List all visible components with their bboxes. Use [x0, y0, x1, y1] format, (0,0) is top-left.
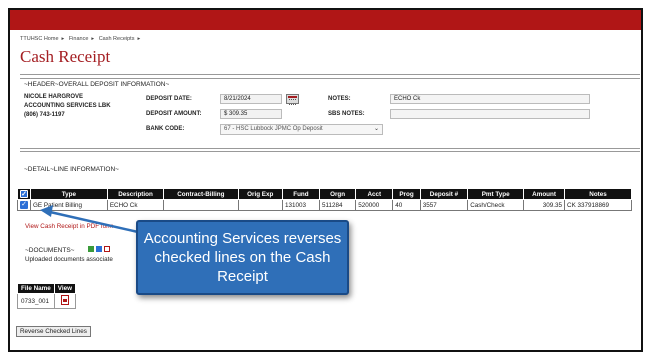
column-header: View [53, 283, 77, 294]
checkmark-icon: ✓ [20, 190, 28, 198]
cell-pmt-type: Cash/Check [467, 199, 525, 211]
cell-deposit-number: 3557 [419, 199, 469, 211]
table-header-row: File Name View [17, 283, 77, 294]
uploaded-documents-text: Uploaded documents associate [25, 256, 113, 263]
add-document-icon[interactable] [88, 246, 94, 253]
detail-lines-table: ✓ Type Description Contract-Billing Orig… [17, 188, 632, 211]
deposit-date-label: DEPOSIT DATE: [146, 96, 192, 102]
contact-department: ACCOUNTING SERVICES LBK [24, 103, 111, 109]
instruction-callout: Accounting Services reverses checked lin… [136, 220, 349, 295]
column-header: File Name [17, 283, 55, 294]
bank-code-value: 67 - HSC Lubbock JPMC Op Deposit [224, 126, 323, 132]
reverse-checked-lines-button[interactable]: Reverse Checked Lines [16, 326, 91, 337]
row-checkbox[interactable]: ✓ [17, 199, 31, 211]
scan-document-icon[interactable] [96, 246, 102, 253]
breadcrumb-separator-icon: ▸ [91, 36, 95, 42]
sbs-notes-label: SBS NOTES: [328, 111, 365, 117]
breadcrumb: TTUHSC Home ▸ Finance ▸ Cash Receipts ▸ [20, 36, 143, 42]
cell-description: ECHO Ck [106, 199, 165, 211]
column-header: Orgn [318, 188, 357, 200]
breadcrumb-separator-icon: ▸ [137, 36, 141, 42]
column-header: Amount [523, 188, 566, 200]
contact-name: NICOLE HARGROVE [24, 94, 84, 100]
cell-prog: 40 [392, 199, 421, 211]
cell-contract-billing [163, 199, 239, 211]
column-header: Description [106, 188, 165, 200]
cell-notes: CK 337918869 [564, 199, 632, 211]
bank-code-label: BANK CODE: [146, 126, 185, 132]
deposit-amount-field[interactable]: $ 309.35 [220, 109, 282, 119]
table-row: 0733_001 [17, 293, 77, 309]
documents-section-label: ~DOCUMENTS~ [25, 247, 75, 254]
detail-section-label: ~DETAIL~LINE INFORMATION~ [24, 166, 119, 173]
calendar-icon[interactable] [286, 94, 299, 105]
column-header: Pmt Type [467, 188, 525, 200]
top-banner [10, 10, 641, 30]
column-header: Prog [392, 188, 421, 200]
cell-orgn: 511284 [318, 199, 357, 211]
column-header: Acct [355, 188, 394, 200]
cell-type: GE Patient Billing [30, 199, 108, 211]
breadcrumb-cash-receipts[interactable]: Cash Receipts [99, 36, 135, 42]
breadcrumb-separator-icon: ▸ [61, 36, 65, 42]
deposit-amount-label: DEPOSIT AMOUNT: [146, 111, 202, 117]
bank-code-select[interactable]: 67 - HSC Lubbock JPMC Op Deposit ⌄ [220, 124, 383, 135]
divider [20, 148, 640, 149]
pdf-icon [60, 295, 69, 305]
column-header: Type [30, 188, 108, 200]
view-document-button[interactable] [53, 293, 77, 309]
cell-fund: 131003 [281, 199, 320, 211]
column-header: Contract-Billing [163, 188, 239, 200]
divider [20, 151, 640, 152]
column-header: Deposit # [419, 188, 469, 200]
notes-label: NOTES: [328, 96, 351, 102]
divider [20, 74, 640, 75]
header-section-label: ~HEADER~OVERALL DEPOSIT INFORMATION~ [24, 81, 170, 88]
chevron-down-icon: ⌄ [373, 126, 379, 132]
pdf-icon[interactable] [104, 246, 110, 253]
contact-phone: (806) 743-1197 [24, 112, 65, 118]
cell-acct: 520000 [355, 199, 394, 211]
view-pdf-link[interactable]: View Cash Receipt in PDF form [25, 223, 113, 230]
screenshot-frame: TTUHSC Home ▸ Finance ▸ Cash Receipts ▸ Cas… [8, 8, 643, 352]
breadcrumb-finance[interactable]: Finance [69, 36, 89, 42]
divider [20, 78, 640, 79]
table-row: ✓ GE Patient Billing ECHO Ck 131003 5112… [17, 199, 632, 211]
notes-field[interactable]: ECHO Ck [390, 94, 590, 104]
cell-file-name: 0733_001 [17, 293, 55, 309]
breadcrumb-home[interactable]: TTUHSC Home [20, 36, 59, 42]
column-header: Notes [564, 188, 632, 200]
page-title: Cash Receipt [20, 47, 111, 66]
column-header: Orig Exp [237, 188, 283, 200]
documents-table: File Name View 0733_001 [17, 283, 77, 309]
deposit-date-field[interactable]: 8/21/2024 [220, 94, 282, 104]
table-header-row: ✓ Type Description Contract-Billing Orig… [17, 188, 632, 200]
column-header: Fund [281, 188, 320, 200]
select-all-checkbox[interactable]: ✓ [17, 188, 31, 200]
document-actions [88, 246, 112, 253]
cell-amount: 309.35 [523, 199, 566, 211]
sbs-notes-field[interactable] [390, 109, 590, 119]
cell-orig-exp [237, 199, 283, 211]
checkmark-icon: ✓ [20, 201, 28, 209]
